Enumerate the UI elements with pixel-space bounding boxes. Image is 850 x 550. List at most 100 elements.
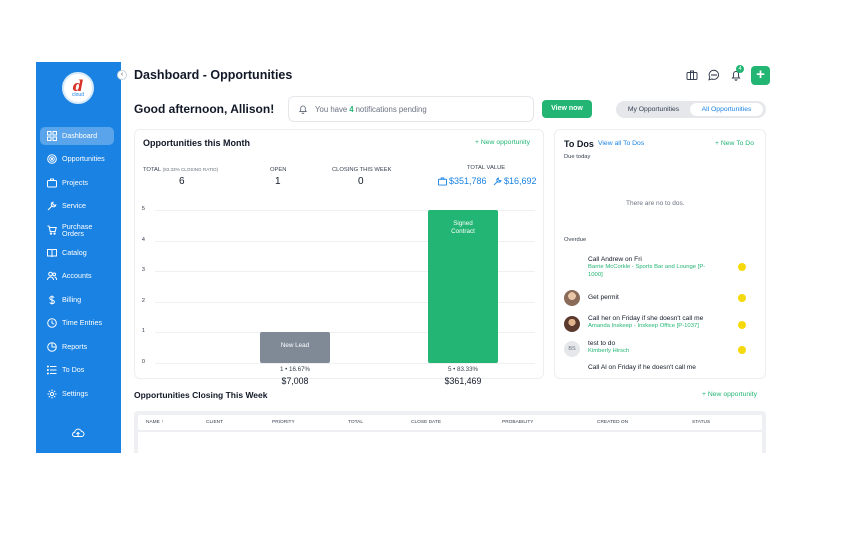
table-header: NAME ↑ CLIENT PRIORITY TOTAL CLOSE DATE … bbox=[138, 415, 762, 430]
status-dot bbox=[738, 346, 746, 354]
sidebar-item-catalog[interactable]: Catalog bbox=[40, 244, 114, 262]
sidebar-item-billing[interactable]: Billing bbox=[40, 291, 114, 309]
todo-subtitle: Kimberly Hirsch bbox=[588, 348, 630, 354]
briefcase-icon bbox=[47, 178, 57, 188]
sidebar-item-label: Accounts bbox=[62, 271, 92, 281]
chart-gridline bbox=[155, 363, 535, 364]
app-frame: d cloud Dashboard Opportunities Projects… bbox=[36, 62, 778, 453]
bar-total-label: $7,008 bbox=[281, 376, 309, 386]
sidebar-collapse-button[interactable]: ‹ bbox=[117, 70, 127, 80]
todo-title: Call Andrew on Fri bbox=[588, 256, 642, 263]
status-dot bbox=[738, 321, 746, 329]
clock-icon bbox=[47, 318, 57, 328]
bar-total-label: $361,469 bbox=[444, 376, 482, 386]
new-opportunity-link[interactable]: + New opportunity bbox=[702, 391, 757, 398]
view-now-button[interactable]: View now bbox=[542, 100, 592, 118]
bar-meta-label: 5 • 83.33% bbox=[447, 366, 479, 373]
column-header-client[interactable]: CLIENT bbox=[206, 420, 223, 425]
app-logo[interactable]: d cloud bbox=[62, 72, 94, 104]
sidebar-item-settings[interactable]: Settings bbox=[40, 385, 114, 403]
dashboard-icon bbox=[47, 131, 57, 141]
status-dot bbox=[738, 294, 746, 302]
all-opportunities-tab[interactable]: All Opportunities bbox=[690, 103, 763, 116]
todo-item[interactable]: Call her on Friday if she doesn't call m… bbox=[555, 313, 763, 337]
bar-category-label: New Lead bbox=[280, 342, 310, 350]
todo-item[interactable]: BS test to do Kimberly Hirsch bbox=[555, 338, 763, 362]
closing-section-title: Opportunities Closing This Week bbox=[134, 390, 268, 400]
sidebar-item-purchase-orders[interactable]: Purchase Orders bbox=[40, 220, 114, 240]
bar-meta-label: 1 • 16.67% bbox=[279, 366, 311, 373]
chat-icon[interactable] bbox=[708, 68, 720, 81]
sidebar-item-label: Billing bbox=[62, 295, 82, 305]
todo-subtitle: Amanda Inskeep - Inskeep Office [P-1037] bbox=[588, 323, 699, 329]
column-header-priority[interactable]: PRIORITY bbox=[272, 420, 295, 425]
todo-item[interactable]: Call Al on Friday if he doesn't call me bbox=[555, 362, 763, 386]
column-header-created-on[interactable]: CREATED ON bbox=[597, 420, 628, 425]
y-tick-label: 3 bbox=[141, 267, 145, 274]
status-dot bbox=[738, 263, 746, 271]
sidebar-item-label: Projects bbox=[62, 178, 88, 188]
sidebar-item-to-dos[interactable]: To Dos bbox=[40, 361, 114, 379]
sidebar-item-projects[interactable]: Projects bbox=[40, 174, 114, 192]
notification-suffix: notifications pending bbox=[355, 104, 427, 114]
logo-mark: d bbox=[72, 76, 84, 95]
sidebar-item-label: Dashboard bbox=[62, 131, 98, 141]
wrench-icon bbox=[47, 201, 57, 211]
y-tick-label: 1 bbox=[141, 328, 145, 335]
todo-item[interactable]: Call Andrew on Fri Barrie McCorkle - Spo… bbox=[555, 254, 763, 278]
briefcase-icon[interactable] bbox=[686, 68, 698, 80]
gear-icon bbox=[47, 389, 57, 399]
list-icon bbox=[47, 365, 57, 375]
sidebar-item-label: To Dos bbox=[62, 365, 85, 375]
notification-banner: You have 4 notifications pending bbox=[288, 96, 534, 122]
empty-todos-message: There are no to dos. bbox=[626, 200, 685, 207]
sidebar-item-label: Time Entries bbox=[62, 318, 103, 328]
todo-title: Call her on Friday if she doesn't call m… bbox=[588, 315, 704, 322]
target-icon bbox=[47, 154, 57, 164]
column-label: NAME bbox=[146, 420, 160, 425]
my-opportunities-tab[interactable]: My Opportunities bbox=[619, 103, 688, 116]
todo-item[interactable]: Get permit bbox=[555, 288, 763, 312]
new-todo-link[interactable]: + New To Do bbox=[715, 140, 754, 147]
cart-icon bbox=[47, 225, 57, 235]
sidebar-item-label: Reports bbox=[62, 342, 88, 352]
avatar bbox=[564, 290, 580, 306]
y-tick-label: 0 bbox=[141, 359, 145, 365]
sidebar-item-accounts[interactable]: Accounts bbox=[40, 267, 114, 285]
greeting: Good afternoon, Allison! bbox=[134, 102, 275, 116]
sidebar-item-label: Purchase Orders bbox=[62, 221, 93, 238]
book-icon bbox=[47, 248, 57, 258]
sidebar-item-service[interactable]: Service bbox=[40, 197, 114, 215]
view-all-todos-link[interactable]: View all To Dos bbox=[598, 140, 644, 147]
sidebar-item-opportunities[interactable]: Opportunities bbox=[40, 150, 114, 168]
bell-icon bbox=[298, 104, 308, 114]
sidebar-item-label: Settings bbox=[62, 389, 88, 399]
bar-category-label: Signed Contract bbox=[451, 220, 475, 235]
sidebar-item-dashboard[interactable]: Dashboard bbox=[40, 127, 114, 145]
card-title: To Dos bbox=[564, 139, 594, 149]
dollar-icon bbox=[47, 295, 57, 305]
column-header-name[interactable]: NAME ↑ bbox=[146, 420, 164, 425]
cloud-sync-icon[interactable] bbox=[71, 425, 85, 437]
sidebar-item-label: Service bbox=[62, 201, 86, 211]
column-header-probability[interactable]: PROBABILITY bbox=[502, 420, 533, 425]
todo-title: test to do bbox=[588, 340, 616, 347]
due-today-label: Due today bbox=[564, 154, 591, 160]
notification-prefix: You have bbox=[315, 104, 348, 114]
column-header-close-date[interactable]: CLOSE DATE bbox=[411, 420, 441, 425]
sidebar-item-reports[interactable]: Reports bbox=[40, 338, 114, 356]
column-header-total[interactable]: TOTAL bbox=[348, 420, 363, 425]
column-header-status[interactable]: STATUS bbox=[692, 420, 710, 425]
notification-count: 4 bbox=[349, 104, 354, 114]
sidebar: d cloud Dashboard Opportunities Projects… bbox=[36, 62, 121, 453]
todo-title: Get permit bbox=[588, 294, 619, 301]
notification-badge: 4 bbox=[736, 65, 744, 73]
todo-subtitle: Barrie McCorkle - Sports Bar and Lounge … bbox=[588, 264, 706, 278]
overdue-label: Overdue bbox=[564, 237, 587, 243]
sidebar-item-time-entries[interactable]: Time Entries bbox=[40, 314, 114, 332]
sidebar-item-label: Catalog bbox=[62, 248, 87, 258]
add-button[interactable]: + bbox=[751, 66, 770, 85]
sidebar-item-label: Opportunities bbox=[62, 154, 105, 164]
report-icon bbox=[47, 342, 57, 352]
todos-card: To Dos View all To Dos + New To Do Due t… bbox=[554, 129, 766, 379]
